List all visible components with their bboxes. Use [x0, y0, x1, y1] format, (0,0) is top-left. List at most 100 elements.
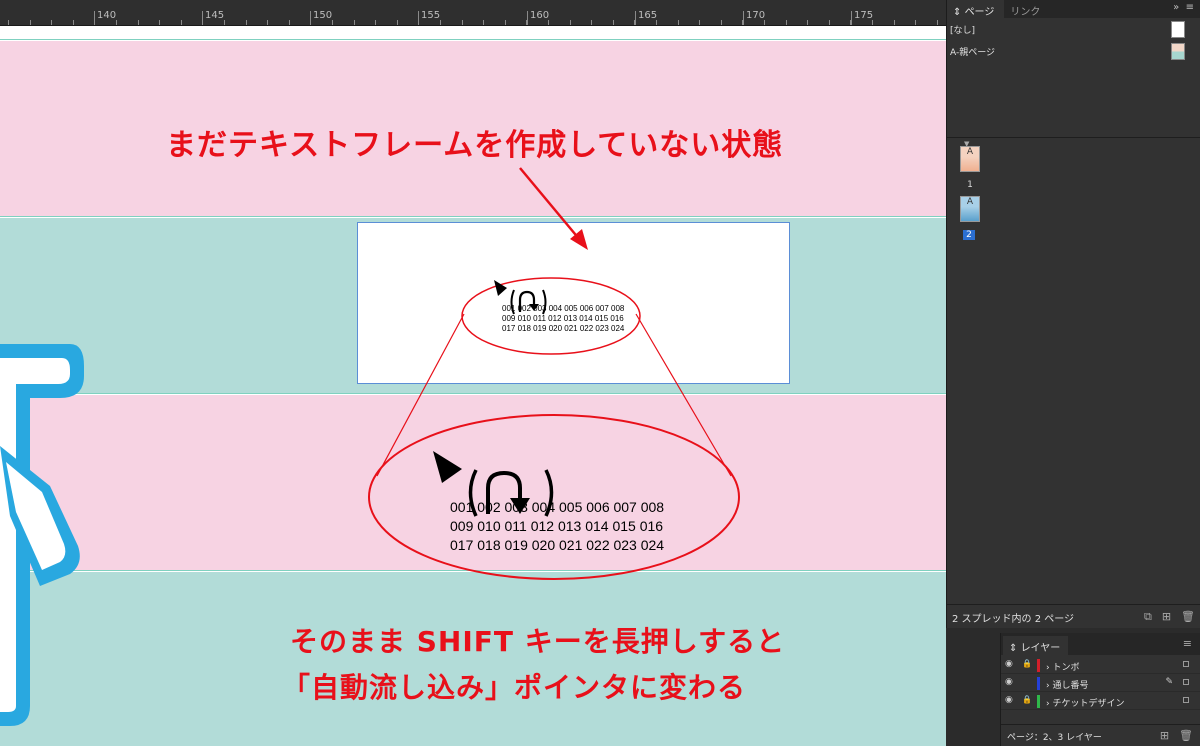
ruler-minor-tick: [289, 20, 290, 25]
layer-row[interactable]: ◉ 🔒 › トンボ: [1001, 657, 1200, 674]
ruler-minor-tick: [483, 20, 484, 25]
ruler-minor-tick: [526, 20, 527, 25]
layer-name-text: トンボ: [1052, 663, 1080, 673]
ruler-minor-tick: [807, 20, 808, 25]
master-none-label: [なし]: [950, 26, 976, 36]
ruler-minor-tick: [937, 20, 938, 25]
ruler-minor-tick: [591, 20, 592, 25]
ruler-major-tick: [635, 11, 636, 25]
ruler-label: 145: [205, 10, 225, 21]
page-thumbnail-1[interactable]: A: [960, 146, 980, 172]
layer-target-square[interactable]: [1183, 679, 1189, 685]
delete-layer-icon[interactable]: 🗑: [1179, 729, 1193, 742]
ruler-label: 140: [97, 10, 117, 21]
ruler-major-tick: [851, 11, 852, 25]
pen-icon: ✎: [1165, 677, 1173, 687]
layer-color-swatch: [1037, 659, 1040, 672]
ruler-minor-tick: [721, 20, 722, 25]
lock-icon[interactable]: 🔒: [1022, 695, 1032, 704]
ruler-label: 165: [638, 10, 658, 21]
layer-row[interactable]: ◉ 🔒 › チケットデザイン: [1001, 693, 1200, 710]
caption-autoflow-pointer: 「自動流し込み」ポインタに変わる: [282, 671, 747, 704]
layers-status-label: ページ：2、3 レイヤー: [1007, 733, 1102, 743]
ruler-major-tick: [527, 11, 528, 25]
tab-pages-label: ページ: [964, 7, 995, 18]
ruler-minor-tick: [8, 20, 9, 25]
pages-count-label: 2 スプレッド内の 2 ページ: [952, 614, 1075, 625]
visibility-eye-icon[interactable]: ◉: [1005, 677, 1013, 687]
master-a-label: A-親ページ: [950, 48, 996, 58]
ruler-label: 170: [746, 10, 766, 21]
ruler-minor-tick: [462, 20, 463, 25]
ruler-minor-tick: [181, 20, 182, 25]
tab-layers-label: レイヤー: [1020, 643, 1061, 654]
tab-links[interactable]: リンク: [1004, 0, 1050, 18]
ruler-minor-tick: [375, 20, 376, 25]
pages-panel-tabs: ⇕ ページ リンク » ≡: [947, 0, 1200, 18]
layer-color-swatch: [1037, 695, 1040, 708]
layers-panel-tabs: ⇕ レイヤー ≡: [1001, 633, 1200, 655]
layer-name: › 通し番号: [1046, 681, 1089, 691]
ruler-minor-tick: [613, 20, 614, 25]
ruler-minor-tick: [116, 20, 117, 25]
delete-page-icon[interactable]: 🗑: [1181, 610, 1195, 624]
ruler-minor-tick: [354, 20, 355, 25]
ruler-minor-tick: [850, 20, 851, 25]
layer-target-square[interactable]: [1183, 697, 1189, 703]
ruler-minor-tick: [332, 20, 333, 25]
ruler-major-tick: [743, 11, 744, 25]
panel-divider: [947, 137, 1200, 138]
tab-layers[interactable]: ⇕ レイヤー: [1003, 636, 1069, 655]
caption-shift-hold: そのまま SHIFT キーを長押しすると: [290, 625, 786, 658]
layer-row[interactable]: ◉ › 通し番号 ✎: [1001, 675, 1200, 692]
ruler-minor-tick: [267, 20, 268, 25]
serial-number-text-small: 001 002 003 004 005 006 007 008 009 010 …: [502, 304, 625, 333]
ruler-minor-tick: [202, 20, 203, 25]
ruler-minor-tick: [699, 20, 700, 25]
ruler-label: 155: [421, 10, 441, 21]
ruler-minor-tick: [138, 20, 139, 25]
layer-color-swatch: [1037, 677, 1040, 690]
ruler-minor-tick: [829, 20, 830, 25]
new-layer-icon[interactable]: ⊞: [1160, 729, 1169, 742]
tab-pages[interactable]: ⇕ ページ: [947, 0, 1005, 18]
top-band: [0, 26, 946, 40]
ruler-minor-tick: [246, 20, 247, 25]
ruler-minor-tick: [742, 20, 743, 25]
ruler-minor-tick: [159, 20, 160, 25]
pages-panel: ⇕ ページ リンク » ≡ [なし] A-親ページ ▼ A 1 A 2 2 スプ…: [946, 0, 1200, 628]
ruler-minor-tick: [548, 20, 549, 25]
ruler-minor-tick: [397, 20, 398, 25]
ruler-minor-tick: [30, 20, 31, 25]
page-number-1[interactable]: 1: [961, 180, 979, 190]
master-a[interactable]: A-親ページ: [947, 40, 1200, 62]
visibility-eye-icon[interactable]: ◉: [1005, 659, 1013, 669]
document-canvas[interactable]: まだテキストフレームを作成していない状態 001 002 003 004 005…: [0, 26, 946, 746]
ruler-minor-tick: [872, 20, 873, 25]
page-1-master-letter: A: [966, 147, 974, 157]
ruler-minor-tick: [894, 20, 895, 25]
ruler-minor-tick: [310, 20, 311, 25]
empty-frame-area[interactable]: [357, 222, 790, 384]
collapse-panel-icon[interactable]: » ≡: [1173, 2, 1194, 13]
layer-name-text: チケットデザイン: [1052, 699, 1125, 709]
horizontal-ruler[interactable]: 140 145 150 155 160 165 170 175: [0, 0, 946, 26]
master-none-thumbnail: [1171, 21, 1185, 38]
page-thumbnail-2[interactable]: A: [960, 196, 980, 222]
visibility-eye-icon[interactable]: ◉: [1005, 695, 1013, 705]
ruler-minor-tick: [94, 20, 95, 25]
page-number-2[interactable]: 2: [963, 230, 975, 240]
serial-number-text-large: 001 002 003 004 005 006 007 008 009 010 …: [450, 499, 665, 553]
layers-panel-footer: ページ：2、3 レイヤー ⊞ 🗑: [1001, 724, 1200, 746]
panel-menu-icon[interactable]: ≡: [1183, 637, 1192, 650]
layer-target-square[interactable]: [1183, 661, 1189, 667]
layer-name: › トンボ: [1046, 663, 1080, 673]
ruler-minor-tick: [634, 20, 635, 25]
edit-page-size-icon[interactable]: ⧉: [1144, 610, 1152, 624]
lock-icon[interactable]: 🔒: [1022, 659, 1032, 668]
new-page-icon[interactable]: ⊞: [1162, 610, 1171, 624]
ruler-minor-tick: [440, 20, 441, 25]
ruler-minor-tick: [224, 20, 225, 25]
master-none[interactable]: [なし]: [947, 18, 1200, 40]
ruler-label: 160: [530, 10, 550, 21]
